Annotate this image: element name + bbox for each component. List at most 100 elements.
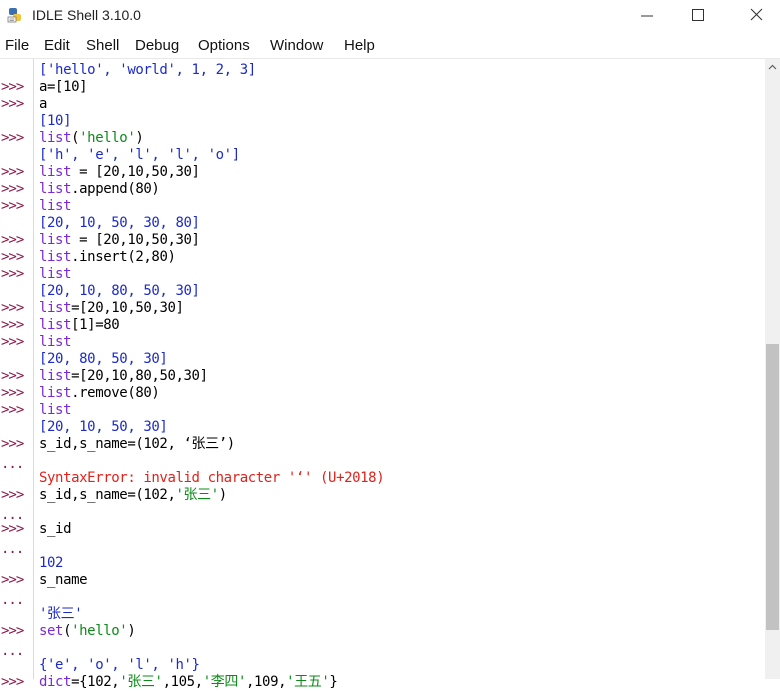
shell-token: ,109, bbox=[246, 674, 287, 690]
shell-line: [20, 80, 50, 30] bbox=[39, 351, 168, 368]
continuation-prompt: ... bbox=[1, 643, 24, 659]
shell-line: '张三' bbox=[39, 606, 83, 623]
shell-token: 102 bbox=[39, 555, 64, 571]
shell-line: [20, 10, 50, 30, 80] bbox=[39, 215, 200, 232]
shell-token: ['h', 'e', 'l', 'l', 'o'] bbox=[39, 147, 240, 163]
shell-token: list bbox=[39, 266, 72, 282]
menu-options[interactable]: Options bbox=[198, 37, 250, 54]
shell-line: set('hello') bbox=[39, 623, 136, 640]
close-button[interactable] bbox=[734, 0, 780, 32]
shell-line: dict={102,'张三',105,'李四',109,'王五'} bbox=[39, 674, 338, 691]
shell-prompt: >>> bbox=[1, 300, 24, 316]
shell-line: a bbox=[39, 96, 47, 113]
window-title: IDLE Shell 3.10.0 bbox=[32, 7, 141, 23]
shell-token: [1]=80 bbox=[71, 317, 120, 333]
shell-token: [20, 10, 50, 30, 80] bbox=[39, 215, 200, 231]
shell-token: a bbox=[39, 96, 48, 112]
shell-prompt: >>> bbox=[1, 232, 24, 248]
title-bar: IDLE Shell 3.10.0 bbox=[0, 0, 780, 32]
shell-token: list bbox=[39, 402, 72, 418]
shell-token: = [20,10,50,30] bbox=[71, 232, 200, 248]
shell-prompt: >>> bbox=[1, 96, 24, 112]
shell-line: list bbox=[39, 334, 72, 351]
shell-prompt: >>> bbox=[1, 249, 24, 265]
shell-line: list.insert(2,80) bbox=[39, 249, 176, 266]
shell-token: .remove(80) bbox=[71, 385, 160, 401]
scrollbar-thumb[interactable] bbox=[766, 344, 779, 630]
continuation-prompt: ... bbox=[1, 456, 24, 472]
shell-line: list bbox=[39, 266, 72, 283]
shell-line: list bbox=[39, 402, 72, 419]
shell-token: ( bbox=[71, 130, 80, 146]
shell-prompt: >>> bbox=[1, 334, 24, 350]
shell-token: list bbox=[39, 164, 72, 180]
shell-token: ) bbox=[135, 130, 144, 146]
shell-token: list bbox=[39, 385, 72, 401]
shell-token: list bbox=[39, 181, 72, 197]
shell-token: ) bbox=[127, 623, 136, 639]
shell-prompt: >>> bbox=[1, 436, 24, 452]
shell-token: 'hello' bbox=[79, 130, 136, 146]
shell-line: s_id,s_name=(102,'张三') bbox=[39, 487, 227, 504]
shell-line: list[1]=80 bbox=[39, 317, 120, 334]
shell-token: dict bbox=[39, 674, 72, 690]
shell-line: {'e', 'o', 'l', 'h'} bbox=[39, 657, 200, 674]
shell-line: [20, 10, 50, 30] bbox=[39, 419, 168, 436]
scroll-up-arrow-icon[interactable] bbox=[765, 59, 780, 76]
shell-token: ) bbox=[218, 487, 227, 503]
shell-token: [20, 80, 50, 30] bbox=[39, 351, 168, 367]
menu-help[interactable]: Help bbox=[344, 37, 375, 54]
shell-token: list bbox=[39, 317, 72, 333]
shell-line: s_id,s_name=(102, ‘张三’) bbox=[39, 436, 235, 453]
shell-token: a=[10] bbox=[39, 79, 88, 95]
gutter-divider bbox=[33, 59, 34, 679]
shell-token: .append(80) bbox=[71, 181, 160, 197]
continuation-prompt: ... bbox=[1, 592, 24, 608]
shell-line: list=[20,10,80,50,30] bbox=[39, 368, 208, 385]
menu-shell[interactable]: Shell bbox=[86, 37, 119, 54]
shell-line: list.append(80) bbox=[39, 181, 160, 198]
shell-prompt: >>> bbox=[1, 164, 24, 180]
shell-token: SyntaxError: invalid character '‘' (U+20… bbox=[39, 470, 385, 486]
shell-token: '王五' bbox=[286, 674, 330, 690]
shell-prompt: >>> bbox=[1, 266, 24, 282]
shell-token: list bbox=[39, 300, 72, 316]
shell-token: list bbox=[39, 232, 72, 248]
menu-debug[interactable]: Debug bbox=[135, 37, 179, 54]
shell-token: } bbox=[329, 674, 338, 690]
shell-token: 'hello' bbox=[71, 623, 128, 639]
shell-line: list = [20,10,50,30] bbox=[39, 232, 200, 249]
menu-file[interactable]: File bbox=[5, 37, 29, 54]
shell-line: a=[10] bbox=[39, 79, 88, 96]
shell-token: [20, 10, 80, 50, 30] bbox=[39, 283, 200, 299]
shell-prompt: >>> bbox=[1, 674, 24, 690]
shell-token: {'e', 'o', 'l', 'h'} bbox=[39, 657, 200, 673]
shell-line: ['hello', 'world', 1, 2, 3] bbox=[39, 62, 256, 79]
minimize-button[interactable] bbox=[624, 0, 670, 32]
shell-prompt: >>> bbox=[1, 79, 24, 95]
shell-token: ={102, bbox=[71, 674, 120, 690]
shell-token: list bbox=[39, 334, 72, 350]
shell-line: list bbox=[39, 198, 72, 215]
menu-edit[interactable]: Edit bbox=[44, 37, 70, 54]
shell-token: = [20,10,50,30] bbox=[71, 164, 200, 180]
shell-token: '李四' bbox=[202, 674, 247, 690]
shell-token: '张三' bbox=[175, 487, 220, 503]
shell-line: ['h', 'e', 'l', 'l', 'o'] bbox=[39, 147, 240, 164]
shell-token: ['hello', 'world', 1, 2, 3] bbox=[39, 62, 256, 78]
python-icon bbox=[7, 7, 23, 23]
shell-line: list('hello') bbox=[39, 130, 144, 147]
shell-token: s_name bbox=[39, 572, 88, 588]
shell-line: [20, 10, 80, 50, 30] bbox=[39, 283, 200, 300]
shell-prompt: >>> bbox=[1, 317, 24, 333]
shell-token: .insert(2,80) bbox=[71, 249, 176, 265]
shell-prompt: >>> bbox=[1, 130, 24, 146]
shell-prompt: >>> bbox=[1, 402, 24, 418]
shell-token: '张三' bbox=[119, 674, 163, 690]
shell-token: list bbox=[39, 368, 72, 384]
menu-window[interactable]: Window bbox=[270, 37, 323, 54]
menu-bar: File Edit Shell Debug Options Window Hel… bbox=[0, 32, 780, 58]
maximize-button[interactable] bbox=[674, 0, 720, 32]
shell-prompt: >>> bbox=[1, 368, 24, 384]
shell-line: list = [20,10,50,30] bbox=[39, 164, 200, 181]
